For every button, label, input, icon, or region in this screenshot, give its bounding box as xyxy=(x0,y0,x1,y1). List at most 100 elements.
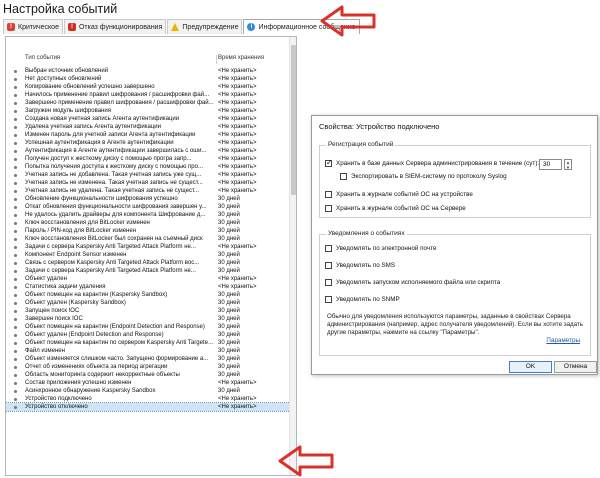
storage-time-cell: <Не хранить> xyxy=(218,92,257,98)
table-row[interactable]: Компонент Endpoint Sensor изменен 30 дней xyxy=(6,251,296,259)
table-row[interactable]: Изменен пароль для учетной записи Агента… xyxy=(6,131,296,139)
parameters-link[interactable]: Параметры xyxy=(546,337,580,344)
table-row[interactable]: Объект изменяется слишком часто. Запущен… xyxy=(6,355,296,363)
table-row[interactable]: Учетная запись не добавлена. Такая учетн… xyxy=(6,171,296,179)
table-row[interactable]: Запущен поиск IOC 30 дней xyxy=(6,307,296,315)
checkbox-box[interactable] xyxy=(325,245,332,252)
event-bullet-icon xyxy=(14,245,17,249)
event-type-cell: Аутентификация в Агенте аутентификации з… xyxy=(25,148,207,154)
column-divider[interactable] xyxy=(216,55,217,64)
checkbox-box[interactable] xyxy=(325,205,332,212)
properties-dialog: Свойства: Устройство подключено Регистра… xyxy=(311,115,598,375)
table-row[interactable]: Объект помещен на карантин (Kaspersky Sa… xyxy=(6,291,296,299)
table-row[interactable]: Нет доступных обновлений <Не хранить> xyxy=(6,75,296,83)
table-row[interactable]: Область мониторинга содержит некорректны… xyxy=(6,371,296,379)
event-bullet-icon xyxy=(14,317,17,321)
storage-time-cell: <Не хранить> xyxy=(218,396,257,402)
table-row[interactable]: Статистика задачи удаления <Не хранить> xyxy=(6,283,296,291)
storage-time-cell: <Не хранить> xyxy=(218,108,257,114)
table-row[interactable]: Задачи с сервера Kaspersky Anti Targeted… xyxy=(6,243,296,251)
store-os-server-checkbox[interactable]: Хранить в журнале событий ОС на Сервере xyxy=(325,205,466,212)
notify-exec-checkbox[interactable]: Уведомлять запуском исполняемого файла и… xyxy=(325,279,500,286)
days-spinner[interactable]: ▲ ▼ xyxy=(564,159,572,170)
table-row[interactable]: Объект удален (Kaspersky Sandbox) 30 дней xyxy=(6,299,296,307)
table-row[interactable]: Файл изменен 30 дней xyxy=(6,347,296,355)
cancel-button[interactable]: Отмена xyxy=(554,361,597,373)
table-row[interactable]: Завершен поиск IOC 30 дней xyxy=(6,315,296,323)
table-row[interactable]: Объект удален <Не хранить> xyxy=(6,275,296,283)
event-type-cell: Ключ восстановления для BitLocker измене… xyxy=(25,220,150,226)
table-row[interactable]: Состав приложения успешно изменен <Не хра… xyxy=(6,379,296,387)
store-days-input[interactable]: 30 xyxy=(539,159,562,170)
event-bullet-icon xyxy=(14,405,17,409)
table-row[interactable]: Создана новая учетная запись Агента ауте… xyxy=(6,115,296,123)
checkbox-box[interactable] xyxy=(325,262,332,269)
table-row[interactable]: Копирование обновлений успешно завершено… xyxy=(6,83,296,91)
store-on-server-checkbox[interactable]: Хранить в базе данных Сервера администри… xyxy=(325,158,539,167)
table-row[interactable]: Аутентификация в Агенте аутентификации з… xyxy=(6,147,296,155)
tab-critical[interactable]: ! Критическое xyxy=(3,19,63,34)
table-row[interactable]: Учетная запись не изменена. Такая учетна… xyxy=(6,179,296,187)
table-row[interactable]: Пароль / PIN-код для BitLocker изменен 30… xyxy=(6,227,296,235)
table-row[interactable]: Успешная аутентификация в Агенте аутенти… xyxy=(6,139,296,147)
table-row[interactable]: Объект помещен на карантин (Endpoint Det… xyxy=(6,323,296,331)
store-os-device-checkbox[interactable]: Хранить в журнале событий ОС на устройст… xyxy=(325,191,473,198)
table-row[interactable]: Обновление функциональности шифрования у… xyxy=(6,195,296,203)
table-row[interactable]: Учетная запись не удалена. Такая учетная… xyxy=(6,187,296,195)
event-type-cell: Объект удален xyxy=(25,276,67,282)
notify-snmp-checkbox[interactable]: Уведомлять по SNMP xyxy=(325,296,400,303)
table-row[interactable]: Удалена учетная запись Агента аутентифик… xyxy=(6,123,296,131)
table-row[interactable]: Выбран источник обновлений <Не хранить> xyxy=(6,67,296,75)
table-row[interactable]: Объект удален (Endpoint Detection and Re… xyxy=(6,331,296,339)
table-row[interactable]: Получен доступ к жесткому диску с помощь… xyxy=(6,155,296,163)
table-row[interactable]: Ключ восстановления для BitLocker измене… xyxy=(6,219,296,227)
table-row[interactable]: Откат обновления функциональности шифров… xyxy=(6,203,296,211)
table-row[interactable]: Связь с сервером Kaspersky Anti Targeted… xyxy=(6,259,296,267)
table-row[interactable]: Объект помещен на карантин по сервером K… xyxy=(6,339,296,347)
event-type-cell: Нет доступных обновлений xyxy=(25,76,102,82)
event-bullet-icon xyxy=(14,165,17,169)
event-bullet-icon xyxy=(14,197,17,201)
table-row[interactable]: Завершено применение правил шифрования /… xyxy=(6,99,296,107)
table-row[interactable]: Задачи с сервера Kaspersky Anti Targeted… xyxy=(6,267,296,275)
table-row[interactable]: Устройство подключено <Не хранить> xyxy=(6,395,296,403)
events-list: Тип события Время хранения Выбран источн… xyxy=(5,36,297,476)
checkbox-box[interactable] xyxy=(325,158,333,167)
event-type-cell: Объект помещен на карантин (Endpoint Det… xyxy=(25,324,205,330)
ok-button[interactable]: OK xyxy=(509,361,552,373)
storage-time-cell: <Не хранить> xyxy=(218,244,257,250)
failure-icon: ! xyxy=(67,23,76,31)
table-row[interactable]: Загружен модуль шифрования <Не хранить> xyxy=(6,107,296,115)
storage-time-cell: <Не хранить> xyxy=(218,124,257,130)
checkbox-box[interactable] xyxy=(340,173,347,180)
event-type-cell: Устройство отключено xyxy=(25,404,88,410)
info-icon: i xyxy=(247,23,256,31)
event-bullet-icon xyxy=(14,301,17,305)
table-row[interactable]: Асинхронное обнаружение Kaspersky Sandbo… xyxy=(6,387,296,395)
storage-time-cell: <Не хранить> xyxy=(218,284,257,290)
tab-warning[interactable]: Предупреждение xyxy=(167,19,243,34)
store-os-device-label: Хранить в журнале событий ОС на устройст… xyxy=(336,191,473,198)
table-row[interactable]: Устройство отключено <Не хранить> xyxy=(6,402,296,412)
event-bullet-icon xyxy=(14,293,17,297)
event-bullet-icon xyxy=(14,77,17,81)
checkbox-box[interactable] xyxy=(325,191,332,198)
notify-sms-checkbox[interactable]: Уведомлять по SMS xyxy=(325,262,395,269)
table-row[interactable]: Начилось применение правил шифрования / … xyxy=(6,91,296,99)
event-bullet-icon xyxy=(14,149,17,153)
checkbox-box[interactable] xyxy=(325,279,332,286)
table-row[interactable]: Ключ восстановления BitLocker был сохран… xyxy=(6,235,296,243)
scrollbar-thumb[interactable] xyxy=(291,45,296,195)
column-header-type[interactable]: Тип события xyxy=(25,55,60,61)
checkbox-box[interactable] xyxy=(325,296,332,303)
tab-failure[interactable]: ! Отказ функционирования xyxy=(63,19,167,34)
event-type-cell: Получен доступ к жесткому диску с помощь… xyxy=(25,156,192,162)
notify-email-checkbox[interactable]: Уведомлять по электронной почте xyxy=(325,245,437,252)
table-row[interactable]: Отчет об изменениях объекта за период аг… xyxy=(6,363,296,371)
events-scrollbar[interactable] xyxy=(289,37,296,475)
event-bullet-icon xyxy=(14,133,17,137)
table-row[interactable]: Попытка получения доступа к жесткому дис… xyxy=(6,163,296,171)
table-row[interactable]: Не удалось удалить драйверы для компонен… xyxy=(6,211,296,219)
column-header-storage[interactable]: Время хранения xyxy=(218,55,264,61)
export-siem-checkbox[interactable]: Экспортировать в SIEM-систему по протоко… xyxy=(340,173,507,180)
